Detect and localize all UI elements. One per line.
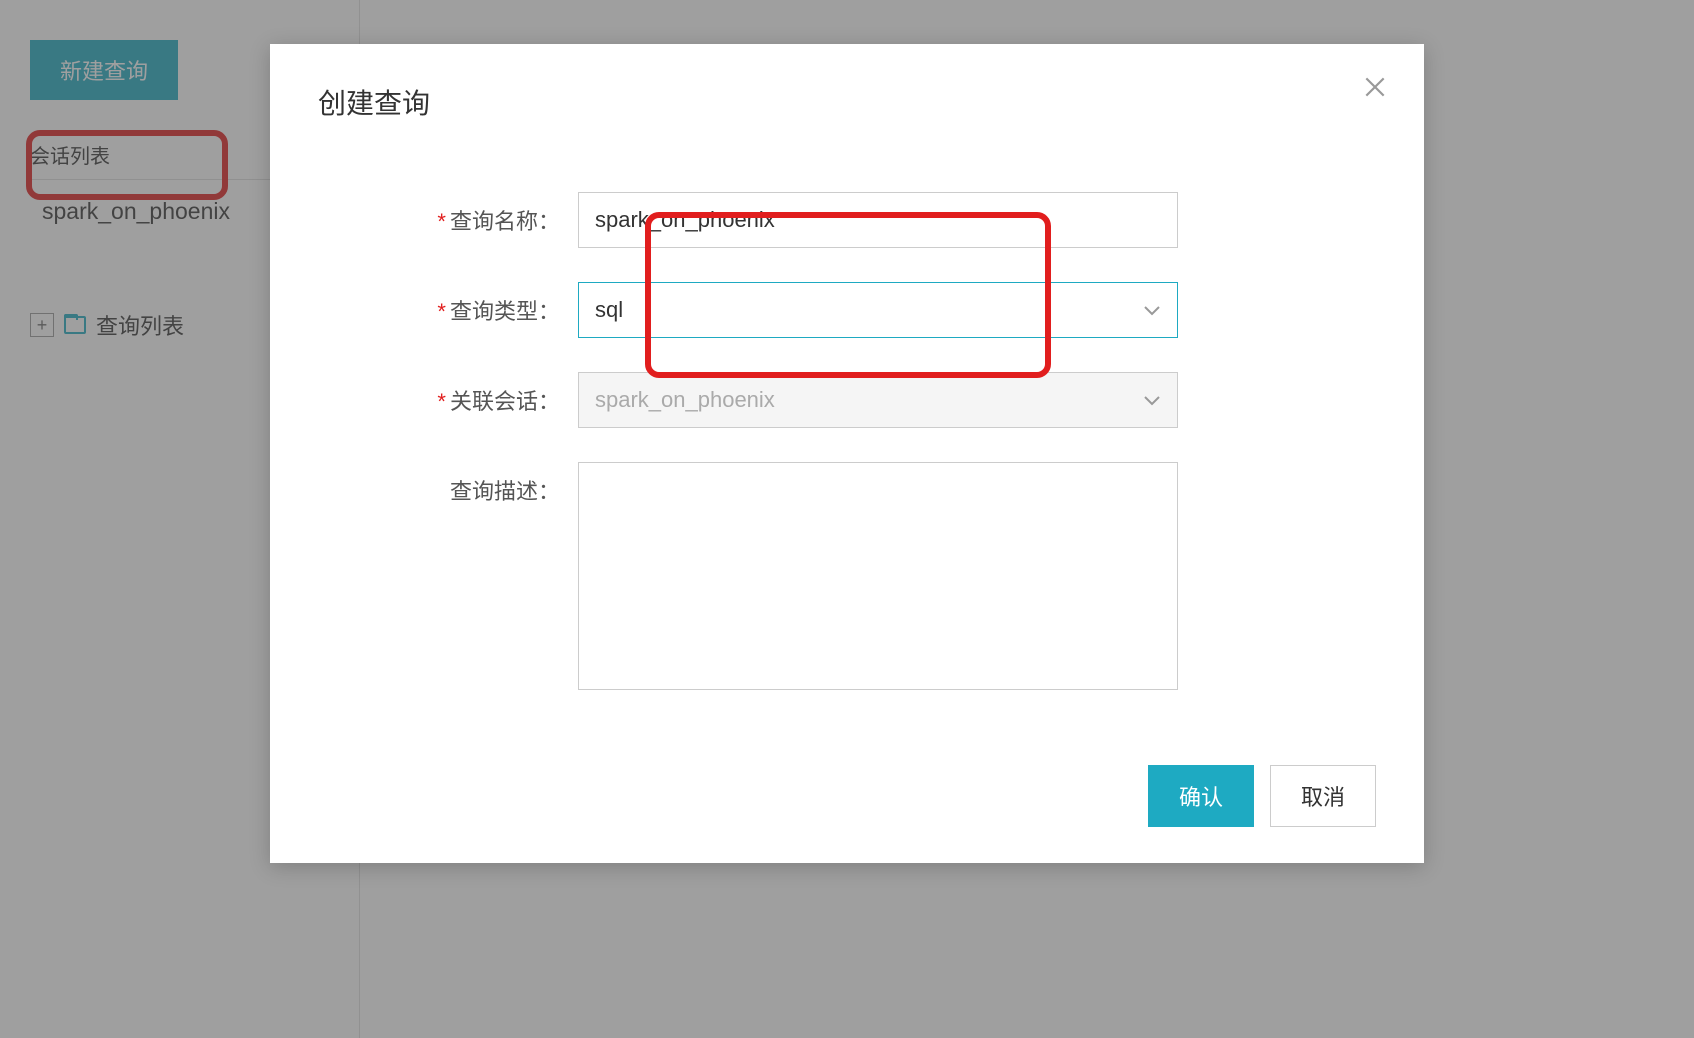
query-name-input[interactable] — [578, 192, 1178, 248]
required-asterisk-icon: * — [437, 299, 446, 324]
modal-overlay: 创建查询 *查询名称： *查询类型： sql — [0, 0, 1694, 1038]
related-session-select: spark_on_phoenix — [578, 372, 1178, 428]
form-row-description: 查询描述： — [318, 462, 1376, 695]
chevron-down-icon — [1143, 387, 1161, 413]
cancel-button[interactable]: 取消 — [1270, 765, 1376, 827]
related-session-label-text: 关联会话： — [450, 389, 560, 414]
query-description-textarea[interactable] — [578, 462, 1178, 690]
query-type-select[interactable]: sql — [578, 282, 1178, 338]
query-type-label: *查询类型： — [318, 282, 578, 326]
required-asterisk-icon: * — [437, 389, 446, 414]
related-session-value: spark_on_phoenix — [595, 387, 775, 413]
query-type-label-text: 查询类型： — [450, 299, 560, 324]
query-description-label-text: 查询描述： — [450, 479, 560, 504]
close-button[interactable] — [1362, 74, 1388, 105]
modal-title: 创建查询 — [318, 82, 1376, 122]
query-description-label: 查询描述： — [318, 462, 578, 506]
modal-footer: 确认 取消 — [318, 765, 1376, 827]
query-type-value: sql — [595, 297, 623, 323]
create-query-modal: 创建查询 *查询名称： *查询类型： sql — [270, 44, 1424, 863]
form-row-session: *关联会话： spark_on_phoenix — [318, 372, 1376, 428]
query-name-label-text: 查询名称： — [450, 209, 560, 234]
form-row-type: *查询类型： sql — [318, 282, 1376, 338]
related-session-label: *关联会话： — [318, 372, 578, 416]
close-icon — [1362, 74, 1388, 100]
form-row-name: *查询名称： — [318, 192, 1376, 248]
query-name-label: *查询名称： — [318, 192, 578, 236]
required-asterisk-icon: * — [437, 209, 446, 234]
chevron-down-icon — [1143, 297, 1161, 323]
confirm-button[interactable]: 确认 — [1148, 765, 1254, 827]
